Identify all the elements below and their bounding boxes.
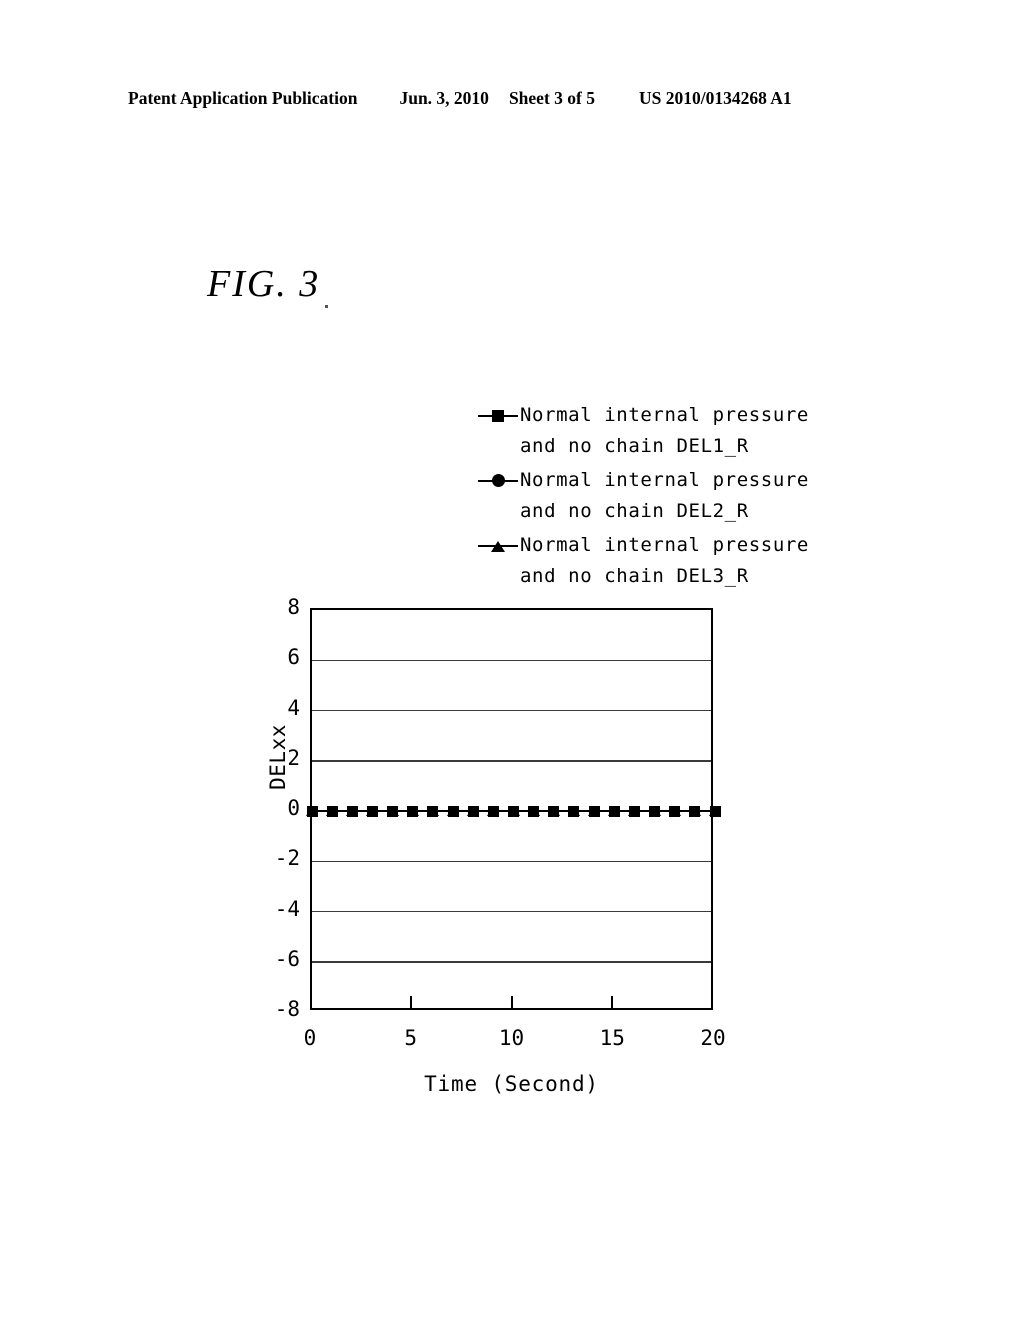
x-tick-label: 5 (404, 1026, 418, 1050)
y-tick-label: 8 (287, 595, 300, 619)
y-tick-label: -6 (274, 946, 300, 971)
legend-entry-row: Normal internal pressure (478, 465, 809, 496)
y-tick-label: -8 (274, 997, 300, 1021)
x-tick-label: 0 (303, 1026, 317, 1050)
legend-label-line2: and no chain DEL2_R (520, 500, 749, 522)
x-tick-mark (510, 996, 513, 1010)
gridline (312, 860, 711, 862)
square-data-point (447, 805, 459, 817)
legend-label-line2: and no chain DEL3_R (520, 565, 749, 587)
gridline (312, 659, 711, 661)
legend-label-line1: Normal internal pressure (520, 404, 809, 426)
gridline (312, 961, 711, 963)
chart-figure: Normal internal pressure and no chain DEL… (0, 0, 1024, 1320)
gridline (312, 910, 711, 913)
square-data-point (528, 805, 540, 817)
square-data-point (387, 805, 399, 817)
square-data-point (548, 805, 560, 817)
square-data-point (407, 805, 419, 817)
square-data-point (588, 805, 600, 817)
x-tick-mark (611, 996, 614, 1010)
square-data-point (669, 805, 681, 817)
x-tick-label: 15 (599, 1026, 625, 1050)
square-data-point (427, 805, 439, 817)
y-axis-title: DELxx (266, 724, 290, 790)
x-tick-mark (409, 996, 412, 1010)
square-marker-icon (492, 409, 504, 422)
y-tick-label: -2 (274, 846, 300, 871)
square-data-point (487, 805, 499, 817)
square-data-point (508, 805, 519, 817)
legend-label-line2: and no chain DEL1_R (520, 435, 749, 457)
plot-area (306, 608, 721, 1010)
square-data-point (346, 805, 358, 817)
legend-entry: Normal internal pressure and no chain DEL… (478, 530, 809, 592)
legend-entry: Normal internal pressure and no chain DEL… (478, 400, 809, 462)
legend-entry-row: Normal internal pressure (478, 400, 809, 431)
legend-label-line1: Normal internal pressure (520, 534, 809, 556)
legend-entry: Normal internal pressure and no chain DEL… (478, 465, 809, 527)
x-tick-label: 20 (700, 1026, 726, 1050)
gridline (312, 760, 711, 762)
square-data-point (689, 805, 701, 817)
x-tick-label: 10 (498, 1026, 525, 1050)
legend-label-line1: Normal internal pressure (520, 469, 809, 491)
y-tick-label: -4 (274, 896, 300, 921)
square-data-point (306, 805, 318, 817)
triangle-marker-icon (491, 540, 505, 552)
circle-marker-icon (491, 474, 505, 487)
square-data-point (467, 805, 479, 817)
square-data-point (608, 805, 620, 817)
y-tick-label: 6 (287, 645, 300, 670)
gridline (312, 709, 711, 712)
legend-sample-1 (478, 406, 518, 426)
square-data-point (709, 805, 721, 817)
square-data-point (649, 805, 661, 817)
chart-legend: Normal internal pressure and no chain DEL… (478, 400, 809, 595)
legend-entry-row: Normal internal pressure (478, 530, 809, 561)
x-axis-title: Time (Second) (424, 1072, 599, 1096)
square-data-point (568, 805, 580, 817)
legend-sample-3 (478, 536, 518, 556)
legend-sample-2 (478, 471, 518, 491)
square-data-point (628, 805, 640, 817)
square-data-point (366, 805, 378, 817)
square-data-point (326, 805, 338, 817)
